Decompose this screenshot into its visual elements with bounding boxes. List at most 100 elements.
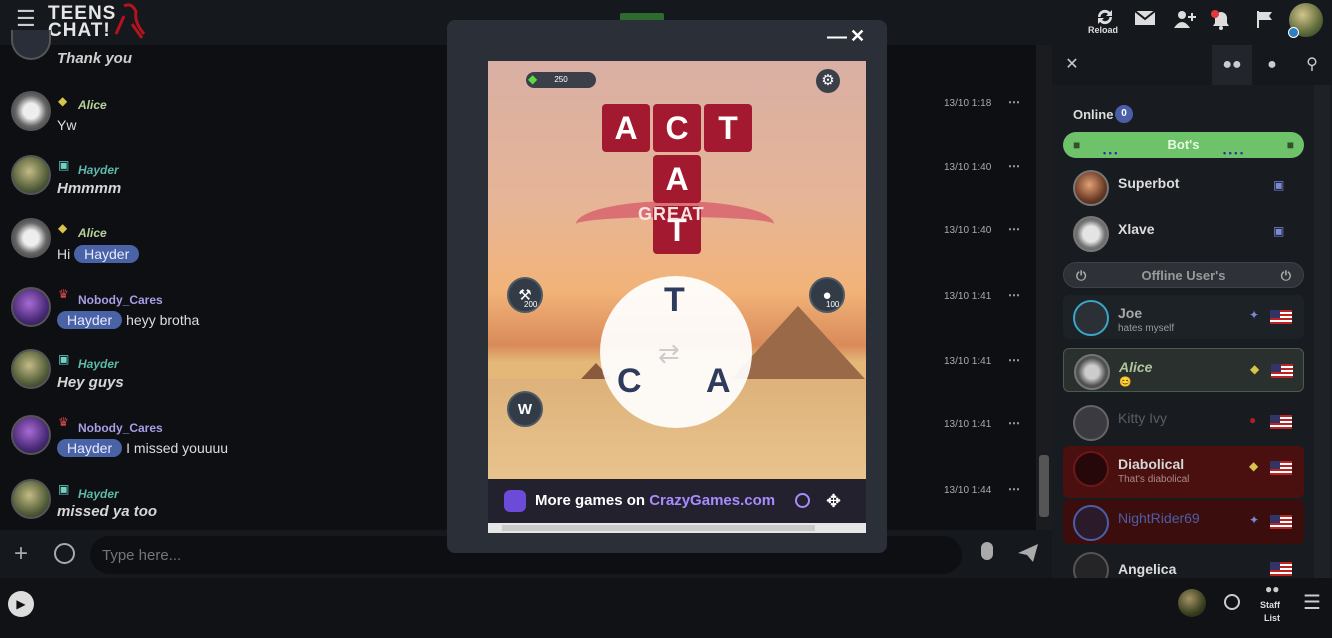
mention-tag[interactable]: Hayder bbox=[57, 439, 123, 457]
username[interactable]: Nobody_Cares bbox=[78, 293, 163, 307]
player-avatar[interactable] bbox=[1178, 589, 1206, 617]
username[interactable]: Nobody_Cares bbox=[78, 421, 163, 435]
play-icon[interactable]: ▶ bbox=[8, 591, 34, 617]
emoji-icon[interactable] bbox=[54, 543, 75, 564]
list-label[interactable]: List bbox=[1264, 613, 1280, 623]
avatar bbox=[1073, 451, 1109, 487]
user-item[interactable]: Diabolical That's diabolical ◆ bbox=[1063, 446, 1304, 498]
avatar[interactable] bbox=[11, 155, 51, 195]
message-options-icon[interactable]: ⋯ bbox=[1008, 95, 1020, 109]
wheel-letter[interactable]: C bbox=[617, 362, 642, 401]
add-friend-icon[interactable] bbox=[1170, 9, 1200, 39]
user-item[interactable]: Kitty Ivy ● bbox=[1063, 400, 1304, 444]
username[interactable]: Hayder bbox=[78, 357, 119, 371]
minimize-icon[interactable]: — bbox=[827, 26, 847, 49]
us-flag-icon bbox=[1270, 310, 1292, 324]
rank-icon: ✦ bbox=[1249, 513, 1260, 527]
avatar[interactable] bbox=[11, 218, 51, 258]
message-text: Thank you bbox=[57, 50, 133, 67]
wheel-letter[interactable]: T bbox=[664, 281, 685, 320]
us-flag-icon bbox=[1271, 364, 1293, 378]
add-icon[interactable]: + bbox=[14, 540, 28, 568]
user-item[interactable]: Xlave ▣ bbox=[1063, 211, 1304, 255]
search-icon[interactable]: ⚲ bbox=[1292, 45, 1332, 85]
microphone-icon[interactable] bbox=[981, 542, 993, 560]
friends-tab-icon[interactable]: ● bbox=[1252, 45, 1292, 85]
play-circle-icon bbox=[795, 493, 810, 508]
send-icon[interactable] bbox=[1017, 543, 1039, 563]
user-item[interactable]: Joe hates myself ✦ bbox=[1063, 295, 1304, 339]
letter-wheel[interactable]: T C A ⇄ bbox=[600, 276, 752, 428]
close-icon[interactable]: ✕ bbox=[1052, 45, 1092, 85]
username[interactable]: Hayder bbox=[78, 487, 119, 501]
avatar[interactable] bbox=[11, 287, 51, 327]
bots-section-header[interactable]: ■ • • • Bot's • • • • ■ bbox=[1063, 132, 1304, 158]
menu-icon[interactable]: ☰ bbox=[1303, 590, 1321, 615]
us-flag-icon bbox=[1270, 415, 1292, 429]
username[interactable]: Alice bbox=[78, 226, 107, 240]
users-tab-icon[interactable]: ●● bbox=[1212, 45, 1252, 85]
message-time: 13/10 1:41 bbox=[944, 291, 992, 302]
panel-scrollbar[interactable] bbox=[1314, 85, 1330, 578]
offline-section-header[interactable]: ⏻ Offline User's ⏻ bbox=[1063, 262, 1304, 288]
site-logo[interactable]: TEENS CHAT! bbox=[48, 2, 148, 42]
avatar[interactable] bbox=[11, 415, 51, 455]
word-game[interactable]: 250 ◆ ⚙ A C T A T GREAT ⚒ 200 ● 100 W T … bbox=[488, 61, 866, 479]
message-time: 13/10 1:18 bbox=[944, 98, 992, 109]
menu-icon[interactable]: ☰ bbox=[16, 8, 36, 30]
status-dot-icon bbox=[1288, 27, 1299, 38]
user-item[interactable]: Alice 😊 ◆ bbox=[1063, 348, 1304, 392]
mention-tag[interactable]: Hayder bbox=[57, 311, 123, 329]
username[interactable]: Alice bbox=[78, 98, 107, 112]
gem-icon: ◆ bbox=[58, 221, 68, 235]
message-options-icon[interactable]: ⋯ bbox=[1008, 222, 1020, 236]
avatar bbox=[1074, 354, 1110, 390]
message-time: 13/10 1:41 bbox=[944, 356, 992, 367]
report-flag-icon[interactable] bbox=[1250, 9, 1280, 39]
notification-bell-icon[interactable] bbox=[1206, 9, 1236, 39]
terminal-icon: ▣ bbox=[58, 352, 70, 366]
message-text: Yw bbox=[57, 117, 77, 133]
user-item[interactable]: Superbot ▣ bbox=[1063, 165, 1304, 209]
message-options-icon[interactable]: ⋯ bbox=[1008, 482, 1020, 496]
avatar[interactable] bbox=[11, 91, 51, 131]
scrollbar-thumb[interactable] bbox=[502, 525, 815, 531]
wheel-letter[interactable]: A bbox=[706, 362, 731, 401]
settings-gear-icon[interactable]: ⚙ bbox=[816, 69, 840, 93]
reload-label[interactable]: Reload bbox=[1088, 25, 1118, 35]
user-item[interactable]: Angelica bbox=[1063, 547, 1304, 578]
shuffle-icon[interactable]: ⇄ bbox=[658, 338, 680, 369]
avatar[interactable] bbox=[11, 349, 51, 389]
chat-scrollbar[interactable] bbox=[1036, 45, 1052, 530]
avatar bbox=[1073, 505, 1109, 541]
rank-icon: ● bbox=[1249, 413, 1257, 427]
robot-icon: ■ bbox=[1073, 138, 1081, 152]
online-count-badge: 0 bbox=[1115, 105, 1133, 123]
game-modal: — ✕ 250 ◆ ⚙ A C T A T GREAT ⚒ 200 ● 100 … bbox=[447, 20, 887, 553]
robot-icon: ■ bbox=[1286, 138, 1294, 152]
close-icon[interactable]: ✕ bbox=[850, 26, 865, 47]
avatar[interactable] bbox=[11, 30, 51, 60]
message-options-icon[interactable]: ⋯ bbox=[1008, 288, 1020, 302]
crazygames-logo-icon bbox=[504, 490, 526, 512]
crazygames-promo[interactable]: More games on CrazyGames.com ✥ bbox=[488, 479, 866, 523]
clock-icon[interactable] bbox=[1224, 594, 1240, 610]
staff-label[interactable]: Staff bbox=[1260, 600, 1280, 610]
rank-icon: ✦ bbox=[1249, 308, 1260, 322]
word-list-icon[interactable]: W bbox=[507, 391, 543, 427]
staff-list-icon[interactable]: ●● bbox=[1265, 582, 1280, 596]
avatar bbox=[1073, 300, 1109, 336]
modal-scrollbar[interactable] bbox=[488, 523, 866, 533]
mail-icon[interactable] bbox=[1130, 9, 1160, 39]
letter-tile: T bbox=[704, 104, 752, 152]
message-options-icon[interactable]: ⋯ bbox=[1008, 416, 1020, 430]
avatar[interactable] bbox=[11, 479, 51, 519]
message-options-icon[interactable]: ⋯ bbox=[1008, 353, 1020, 367]
mention-tag[interactable]: Hayder bbox=[74, 245, 140, 263]
feedback-text: GREAT bbox=[638, 204, 705, 224]
message-options-icon[interactable]: ⋯ bbox=[1008, 159, 1020, 173]
avatar bbox=[1073, 552, 1109, 578]
scrollbar-thumb[interactable] bbox=[1039, 455, 1049, 517]
user-item[interactable]: NightRider69 ✦ bbox=[1063, 500, 1304, 544]
username[interactable]: Hayder bbox=[78, 163, 119, 177]
